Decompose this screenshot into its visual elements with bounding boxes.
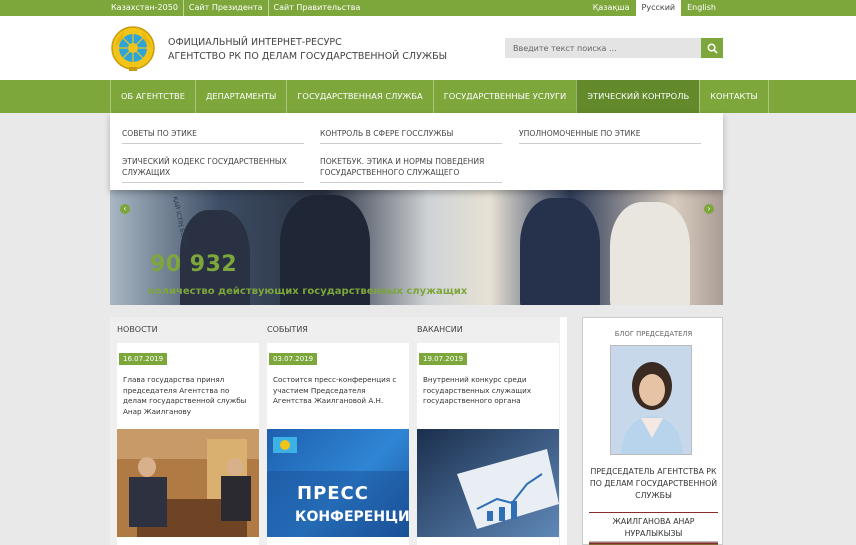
- chairman-name[interactable]: ЖАИЛГАНОВА АНАР НУРАЛЫКЫЗЫ: [589, 512, 718, 540]
- nav-public-services[interactable]: ГОСУДАРСТВЕННЫЕ УСЛУГИ: [432, 80, 576, 113]
- chairman-position[interactable]: ПРЕДСЕДАТЕЛЬ АГЕНТСТВА РК ПО ДЕЛАМ ГОСУД…: [589, 466, 718, 502]
- news-header[interactable]: НОВОСТИ: [117, 325, 158, 334]
- vacancies-date-badge: 19.07.2019: [419, 353, 468, 365]
- banner-next-button[interactable]: ›: [704, 204, 714, 214]
- link-kazakhstan-2050[interactable]: Казахстан-2050: [110, 0, 184, 16]
- tablet-chart-photo: [417, 429, 559, 537]
- events-date-badge: 03.07.2019: [269, 353, 318, 365]
- banner-statistic-number: 90 932: [150, 252, 238, 277]
- events-card-image[interactable]: ПРЕСС КОНФЕРЕНЦИЯ: [267, 429, 409, 537]
- banner-person-4: [610, 202, 690, 305]
- link-government-site[interactable]: Сайт Правительства: [269, 0, 366, 16]
- news-column: НОВОСТИ 16.07.2019 Глава государства при…: [110, 317, 260, 545]
- search-icon: [707, 43, 718, 54]
- news-card-text[interactable]: Глава государства принял председателя Аг…: [123, 375, 255, 417]
- site-title-line2: АГЕНТСТВО РК ПО ДЕЛАМ ГОСУДАРСТВЕННОЙ СЛ…: [168, 51, 447, 62]
- banner-statistic-caption: количество действующих государственных с…: [148, 286, 468, 297]
- ethics-control-dropdown: СОВЕТЫ ПО ЭТИКЕ КОНТРОЛЬ В СФЕРЕ ГОССЛУЖ…: [110, 113, 723, 190]
- decorative-strip: [589, 541, 718, 545]
- main-nav-bar: ОБ АГЕНТСТВЕ ДЕПАРТАМЕНТЫ ГОСУДАРСТВЕННА…: [0, 80, 856, 113]
- dropdown-item-ethics-code[interactable]: ЭТИЧЕСКИЙ КОДЕКС ГОСУДАРСТВЕННЫХ СЛУЖАЩИ…: [122, 156, 304, 183]
- link-president-site[interactable]: Сайт Президента: [184, 0, 269, 16]
- nav-civil-service[interactable]: ГОСУДАРСТВЕННАЯ СЛУЖБА: [286, 80, 432, 113]
- arrow-right-icon: ›: [707, 204, 711, 213]
- news-date-badge: 16.07.2019: [119, 353, 168, 365]
- site-header: ОФИЦИАЛЬНЫЙ ИНТЕРНЕТ-РЕСУРС АГЕНТСТВО РК…: [0, 16, 856, 80]
- main-nav: ОБ АГЕНТСТВЕ ДЕПАРТАМЕНТЫ ГОСУДАРСТВЕННА…: [110, 80, 769, 113]
- site-title-line1: ОФИЦИАЛЬНЫЙ ИНТЕРНЕТ-РЕСУРС: [168, 37, 342, 48]
- vacancies-card-image[interactable]: [417, 429, 559, 537]
- arrow-left-icon: ‹: [123, 204, 127, 213]
- lang-russian[interactable]: Русский: [635, 0, 682, 16]
- blog-title[interactable]: БЛОГ ПРЕДСЕДАТЕЛЯ: [583, 330, 724, 338]
- nav-departments[interactable]: ДЕПАРТАМЕНТЫ: [194, 80, 286, 113]
- news-photo: [117, 429, 259, 537]
- vacancies-column: ВАКАНСИИ 19.07.2019 Внутренний конкурс с…: [410, 317, 560, 545]
- chairman-photo: [611, 346, 691, 454]
- dropdown-item-ethics-commissioners[interactable]: УПОЛНОМОЧЕННЫЕ ПО ЭТИКЕ: [519, 128, 701, 144]
- search-button[interactable]: [701, 38, 723, 58]
- press-banner-text-2: КОНФЕРЕНЦИЯ: [295, 509, 409, 525]
- events-column: СОБЫТИЯ 03.07.2019 Состоится пресс-конфе…: [260, 317, 410, 545]
- vacancies-card[interactable]: 19.07.2019 Внутренний конкурс среди госу…: [417, 343, 559, 545]
- dropdown-item-pocketbook[interactable]: ПОКЕТБУК. ЭТИКА И НОРМЫ ПОВЕДЕНИЯ ГОСУДА…: [320, 156, 502, 183]
- banner-prev-button[interactable]: ‹: [120, 204, 130, 214]
- dropdown-item-ethics-councils[interactable]: СОВЕТЫ ПО ЭТИКЕ: [122, 128, 304, 144]
- site-title[interactable]: ОФИЦИАЛЬНЫЙ ИНТЕРНЕТ-РЕСУРС АГЕНТСТВО РК…: [168, 36, 447, 64]
- chairman-portrait[interactable]: [610, 345, 692, 455]
- lang-english[interactable]: English: [681, 0, 722, 16]
- top-links: Казахстан-2050 Сайт Президента Сайт Прав…: [110, 0, 365, 16]
- top-bar: Казахстан-2050 Сайт Президента Сайт Прав…: [0, 0, 856, 16]
- hero-banner[interactable]: ҚАЙ ІСТІҢ БОЛМ ‹ › 90 932 количество дей…: [110, 190, 723, 305]
- banner-poster-text: ҚАЙ ІСТІҢ БОЛМ: [171, 196, 189, 248]
- news-card-image[interactable]: [117, 429, 259, 537]
- press-banner-text-1: ПРЕСС: [297, 483, 369, 504]
- events-card-text[interactable]: Состоится пресс-конференция с участием П…: [273, 375, 405, 407]
- state-emblem-icon[interactable]: [110, 24, 156, 72]
- vacancies-header[interactable]: ВАКАНСИИ: [417, 325, 463, 334]
- dropdown-item-civil-service-control[interactable]: КОНТРОЛЬ В СФЕРЕ ГОССЛУЖБЫ: [320, 128, 502, 144]
- events-header[interactable]: СОБЫТИЯ: [267, 325, 308, 334]
- language-switcher: Қазақша Русский English: [587, 0, 722, 16]
- events-card[interactable]: 03.07.2019 Состоится пресс-конференция с…: [267, 343, 409, 545]
- chairman-blog-sidebar: БЛОГ ПРЕДСЕДАТЕЛЯ ПРЕДСЕДАТЕЛЬ АГЕНТСТВА…: [582, 317, 723, 545]
- content-area: НОВОСТИ 16.07.2019 Глава государства при…: [110, 317, 567, 545]
- lang-kazakh[interactable]: Қазақша: [587, 0, 636, 16]
- vacancies-card-text[interactable]: Внутренний конкурс среди государственных…: [423, 375, 555, 407]
- search-input[interactable]: [505, 38, 701, 58]
- nav-ethics-control[interactable]: ЭТИЧЕСКИЙ КОНТРОЛЬ: [576, 80, 700, 113]
- nav-contacts[interactable]: КОНТАКТЫ: [699, 80, 769, 113]
- banner-person-3: [520, 198, 600, 305]
- news-card[interactable]: 16.07.2019 Глава государства принял пред…: [117, 343, 259, 545]
- nav-about-agency[interactable]: ОБ АГЕНТСТВЕ: [110, 80, 195, 113]
